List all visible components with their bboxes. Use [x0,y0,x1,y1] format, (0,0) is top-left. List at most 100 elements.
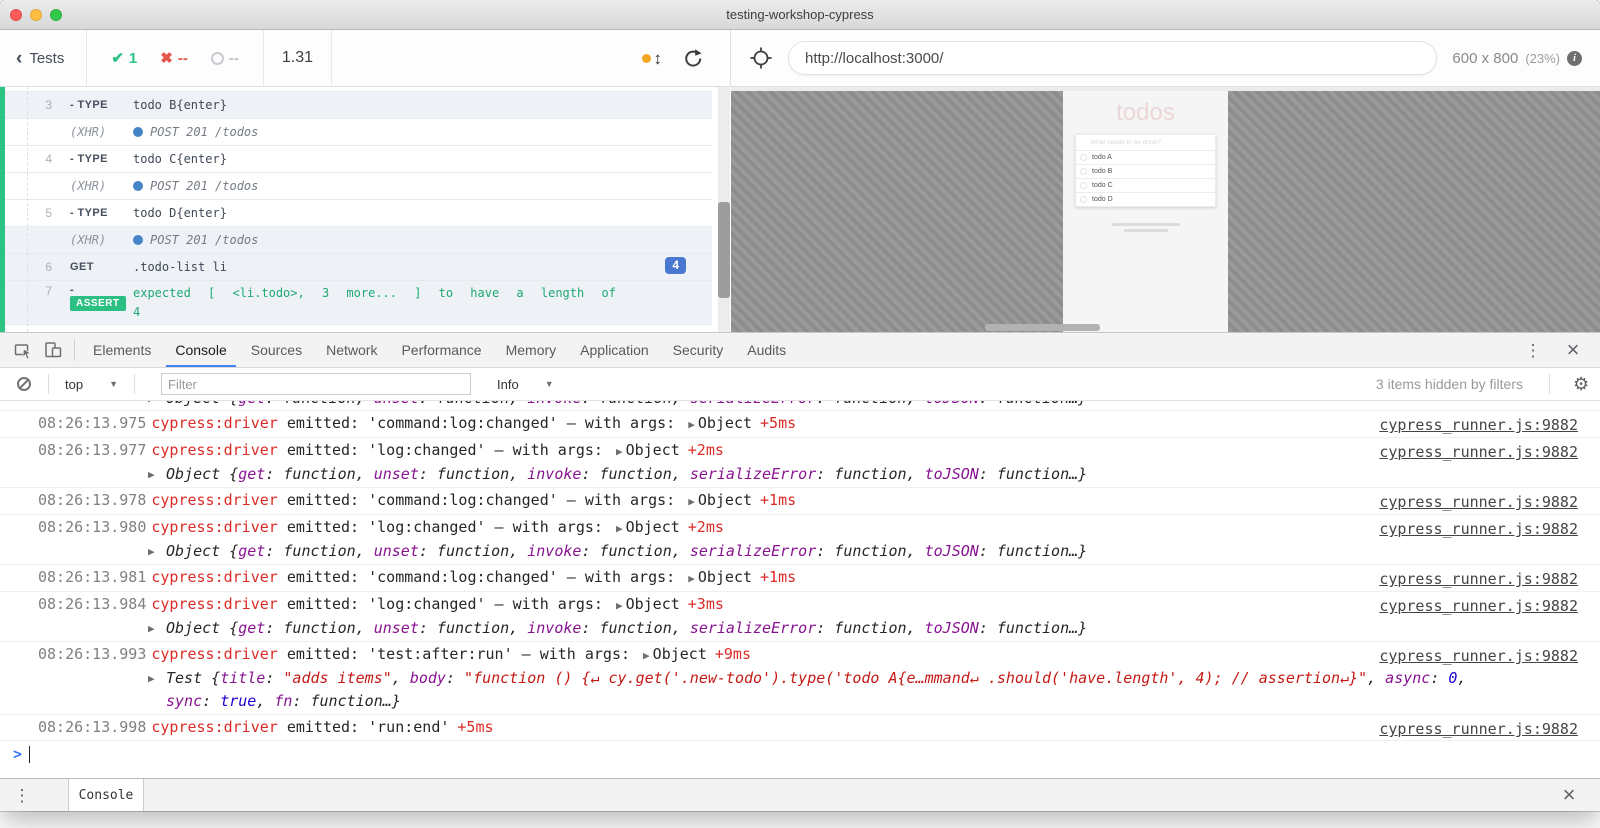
command-row[interactable]: 4- TYPEtodo C{enter} [0,146,712,173]
tab-application[interactable]: Application [571,333,658,367]
todo-item[interactable]: todo C [1076,178,1215,192]
tab-memory[interactable]: Memory [497,333,566,367]
tab-security[interactable]: Security [664,333,733,367]
source-link[interactable]: cypress_runner.js:9882 [1379,645,1578,668]
source-link[interactable]: cypress_runner.js:9882 [1379,595,1578,618]
preview-segment: async [1385,669,1430,687]
command-log-scrollbar [712,87,731,332]
preview-segment: toJSON [925,619,979,637]
preview-segment: : function, [419,401,527,407]
command-row[interactable]: (XHR)POST 201 /todos [0,119,712,146]
device-toolbar-button[interactable] [38,336,68,364]
expand-triangle-icon[interactable]: ▶ [688,572,695,585]
restart-tests-button[interactable] [682,47,704,69]
expand-triangle-icon[interactable]: ▶ [148,463,155,486]
devtools-menu-button[interactable]: ⋮ [1518,336,1548,364]
expand-triangle-icon[interactable]: ▶ [616,445,623,458]
console-filter-input[interactable] [161,373,471,395]
auto-scroll-toggle[interactable]: ↕ [642,50,663,67]
preview-segment: , [256,692,274,710]
drawer-menu-button[interactable]: ⋮ [0,779,44,811]
command-number: 3 [0,98,52,112]
clear-console-button[interactable] [12,370,36,398]
minimize-window-button[interactable] [30,9,42,21]
cypress-toolbar: ‹ Tests ✔ 1 ✖ -- -- 1.31 [0,30,1600,87]
tab-elements[interactable]: Elements [84,333,160,367]
command-row[interactable]: 3- TYPEtodo B{enter} [0,92,712,119]
preview-segment: : function, [265,619,373,637]
source-link[interactable]: cypress_runner.js:9882 [1379,718,1578,741]
tab-network[interactable]: Network [317,333,386,367]
todo-checkbox-icon[interactable] [1080,196,1087,203]
expand-triangle-icon[interactable]: ▶ [148,617,155,640]
todo-label: todo C [1092,182,1113,189]
todo-item[interactable]: todo A [1076,150,1215,164]
source-link[interactable]: cypress_runner.js:9882 [1379,518,1578,541]
url-input[interactable]: http://localhost:3000/ [788,41,1437,75]
command-row[interactable]: (XHR)POST 201 /todos [0,173,712,200]
todo-checkbox-icon[interactable] [1080,182,1087,189]
preview-segment: fn [274,692,292,710]
command-name: - TYPE [70,207,133,219]
source-link[interactable]: cypress_runner.js:9882 [1379,414,1578,437]
todo-item[interactable]: todo B [1076,164,1215,178]
zoom-window-button[interactable] [50,9,62,21]
todo-checkbox-icon[interactable] [1080,168,1087,175]
console-message: 08:26:13.977cypress:driver emitted: 'log… [0,439,1600,463]
time-delta: +5ms [760,414,796,432]
source-link[interactable]: cypress_runner.js:9882 [1379,441,1578,464]
source-link[interactable]: cypress_runner.js:9882 [1379,491,1578,514]
preview-segment: : function, [581,542,689,560]
scrollbar-thumb[interactable] [718,202,730,298]
toolbar-divider [48,374,49,394]
drawer-tab-console[interactable]: Console [68,779,144,811]
command-message: todo C{enter} [133,152,712,166]
console-toolbar: top ▼ Info ▼ 3 items hidden by filters ⚙ [0,368,1600,401]
close-window-button[interactable] [10,9,22,21]
command-row[interactable]: 7- ASSERTexpected [ <li.todo>, 3 more...… [0,281,712,325]
console-settings-button[interactable]: ⚙ [1562,370,1588,398]
console-row: 08:26:13.984cypress:driver emitted: 'log… [0,592,1600,642]
tab-console[interactable]: Console [166,333,235,367]
command-row[interactable]: 6GET.todo-list li4 [0,254,712,281]
expand-triangle-icon[interactable]: ▶ [643,649,650,662]
preview-segment: get [238,401,265,407]
console-message: 08:26:13.978cypress:driver emitted: 'com… [0,489,1600,513]
command-row[interactable]: 5- TYPEtodo D{enter} [0,200,712,227]
drawer-close-button[interactable]: × [1554,781,1584,809]
command-name: (XHR) [70,233,133,247]
todo-list: todo Atodo B todo C todo D [1076,150,1215,206]
expand-triangle-icon[interactable]: ▶ [148,667,155,690]
expand-triangle-icon[interactable]: ▶ [688,418,695,431]
todo-item[interactable]: todo D [1076,192,1215,206]
toolbar-divider [134,374,135,394]
pending-stat: -- [211,50,239,67]
new-todo-input[interactable]: What needs to be done? [1076,135,1215,150]
context-selector[interactable]: top ▼ [61,377,122,392]
console-prompt[interactable]: > [0,741,1600,768]
preview-segment: : function…} [979,542,1087,560]
preview-segment: : function, [816,619,924,637]
preview-horizontal-scrollbar-thumb[interactable] [985,324,1100,331]
prompt-chevron-icon: > [13,743,22,766]
devtools-close-button[interactable]: × [1558,336,1588,364]
expand-triangle-icon[interactable]: ▶ [148,540,155,563]
expand-triangle-icon[interactable]: ▶ [688,495,695,508]
expand-triangle-icon[interactable]: ▶ [616,522,623,535]
todo-checkbox-icon[interactable] [1080,154,1087,161]
tab-sources[interactable]: Sources [242,333,311,367]
todos-app-title: todos [1063,91,1228,127]
inspect-element-button[interactable] [8,336,38,364]
info-icon[interactable]: i [1567,51,1582,66]
console-timestamp: 08:26:13.978 [38,491,146,509]
preview-segment: toJSON [925,401,979,407]
back-to-tests-button[interactable]: ‹ Tests [0,30,86,86]
selector-playground-button[interactable] [749,46,773,70]
tab-performance[interactable]: Performance [392,333,490,367]
expand-triangle-icon[interactable]: ▶ [148,401,155,410]
tab-audits[interactable]: Audits [738,333,795,367]
expand-triangle-icon[interactable]: ▶ [616,599,623,612]
log-level-selector[interactable]: Info ▼ [493,377,558,392]
command-row[interactable]: (XHR)POST 201 /todos [0,227,712,254]
source-link[interactable]: cypress_runner.js:9882 [1379,568,1578,591]
